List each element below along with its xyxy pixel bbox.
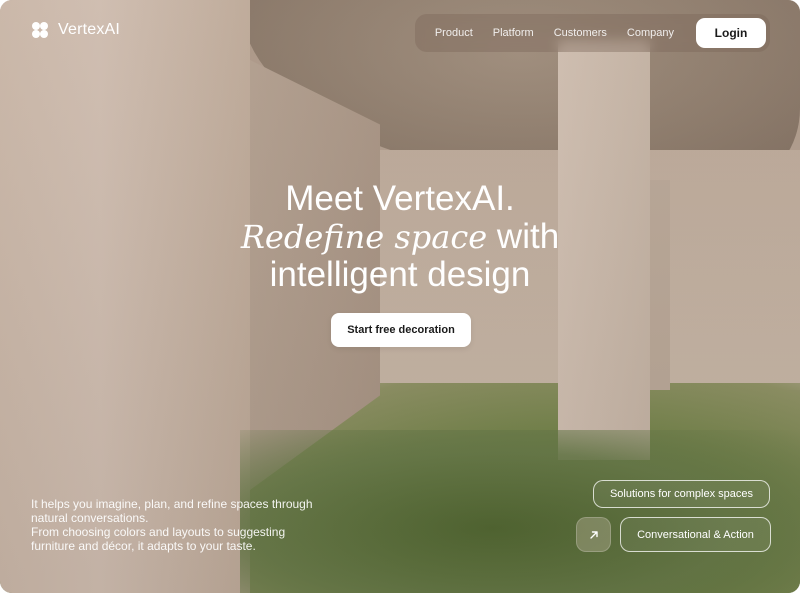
arrow-up-right-icon	[589, 530, 598, 539]
nav-link-platform[interactable]: Platform	[493, 27, 534, 39]
hero-line-2: Redefine space with	[0, 217, 800, 257]
hero-line-1: Meet VertexAI.	[285, 179, 515, 218]
brand-logo[interactable]: VertexAI	[32, 21, 120, 39]
four-petal-logo-icon	[32, 22, 48, 38]
hero-line-3: intelligent design	[269, 255, 531, 294]
start-free-decoration-button[interactable]: Start free decoration	[331, 313, 471, 347]
hero-italic-phrase: Redefine space	[240, 218, 488, 256]
nav-link-product[interactable]: Product	[435, 27, 473, 39]
login-button[interactable]: Login	[696, 18, 766, 48]
description: It helps you imagine, plan, and refine s…	[31, 497, 331, 553]
landing-page: VertexAI Product Platform Customers Comp…	[0, 0, 800, 593]
description-paragraph-1: It helps you imagine, plan, and refine s…	[31, 497, 313, 525]
top-nav: Product Platform Customers Company Login	[414, 14, 770, 52]
nav-link-customers[interactable]: Customers	[554, 27, 607, 39]
solutions-complex-spaces-button[interactable]: Solutions for complex spaces	[593, 480, 770, 508]
hero-headline: Meet VertexAI. Redefine space with intel…	[0, 180, 800, 294]
description-paragraph-2: From choosing colors and layouts to sugg…	[31, 525, 286, 553]
hero-line-2-rest: with	[496, 217, 560, 256]
nav-link-company[interactable]: Company	[627, 27, 674, 39]
brand-name: VertexAI	[58, 21, 121, 38]
conversational-action-button[interactable]: Conversational & Action	[620, 517, 771, 552]
arrow-up-right-button[interactable]	[576, 517, 611, 552]
